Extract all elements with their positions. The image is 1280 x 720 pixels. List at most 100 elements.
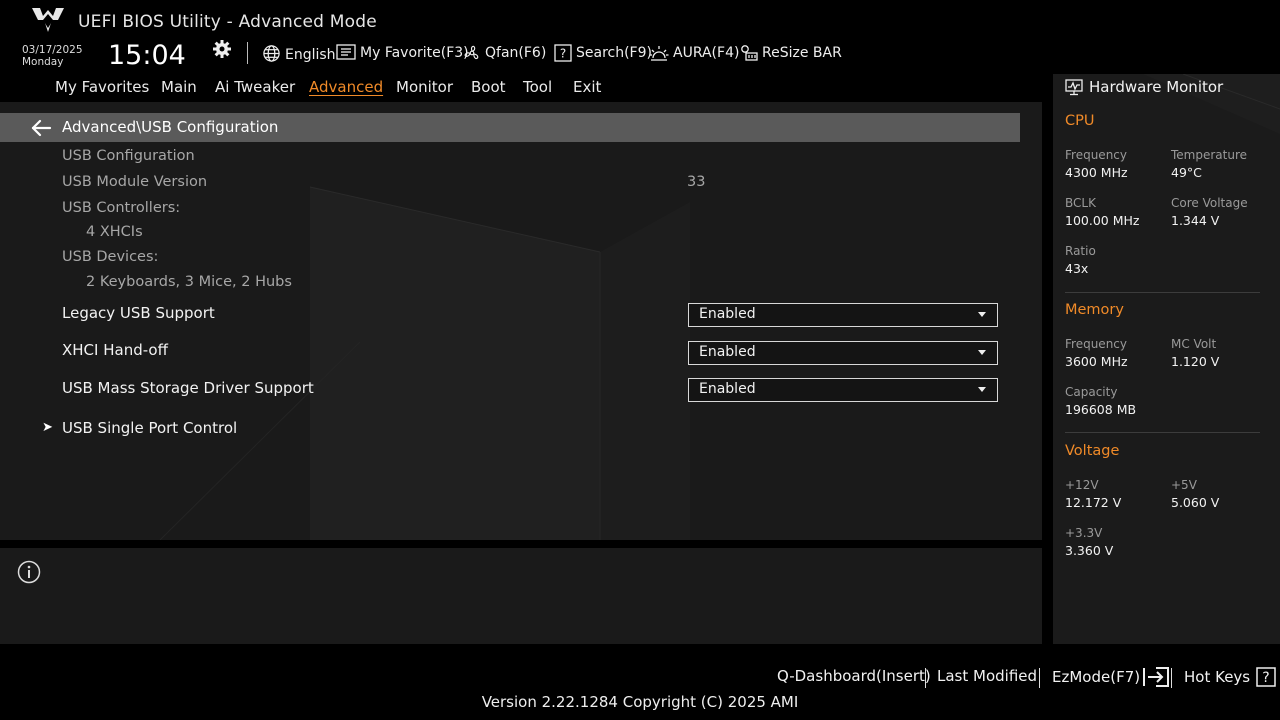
cpu-temperature-label: Temperature [1171, 148, 1248, 162]
legacy-usb-support-label[interactable]: Legacy USB Support [62, 304, 215, 322]
globe-icon [263, 44, 280, 62]
tab-main[interactable]: Main [161, 78, 197, 96]
hardware-monitor-header: Hardware Monitor [1065, 78, 1223, 96]
usb-mass-storage-dropdown[interactable]: Enabled [688, 378, 998, 402]
app-title: UEFI BIOS Utility - Advanced Mode [78, 12, 377, 32]
search-help-icon: ? [554, 44, 572, 62]
qfan-button[interactable]: Qfan(F6) [463, 42, 546, 64]
section-divider [1065, 292, 1260, 293]
resize-bar-button[interactable]: ReSize BAR [740, 42, 842, 64]
back-arrow-icon[interactable] [30, 119, 52, 137]
search-button[interactable]: ? Search(F9) [554, 42, 652, 64]
cpu-bclk-value: 100.00 MHz [1065, 213, 1140, 228]
hot-keys-button[interactable]: Hot Keys ? [1184, 667, 1276, 687]
usb-devices-label: USB Devices: [62, 249, 159, 265]
breadcrumb-bar: Advanced\USB Configuration [0, 113, 1020, 142]
cpu-ratio-label: Ratio [1065, 244, 1096, 258]
gear-icon[interactable] [211, 38, 233, 60]
weekday-text: Monday [22, 56, 64, 68]
cpu-core-voltage-value: 1.344 V [1171, 213, 1220, 228]
tuf-logo-icon [32, 8, 64, 32]
cpu-core-voltage-label: Core Voltage [1171, 196, 1248, 210]
tab-monitor[interactable]: Monitor [396, 78, 453, 96]
last-modified-button[interactable]: Last Modified [937, 667, 1037, 685]
q-dashboard-button[interactable]: Q-Dashboard(Insert) [777, 667, 931, 685]
tab-advanced[interactable]: Advanced [309, 78, 383, 96]
ezmode-button[interactable]: EzMode(F7) [1052, 667, 1170, 687]
memory-capacity-label: Capacity [1065, 385, 1118, 399]
section-title: USB Configuration [62, 148, 195, 164]
section-divider [1065, 432, 1260, 433]
toolbar-divider [247, 42, 248, 64]
resize-bar-icon [741, 45, 758, 61]
cpu-frequency-label: Frequency [1065, 148, 1127, 162]
date-text: 03/17/2025 [22, 44, 83, 56]
legacy-usb-support-dropdown[interactable]: Enabled [688, 303, 998, 327]
monitor-chart-icon [1065, 78, 1083, 95]
date-display: 03/17/2025 Monday [22, 44, 83, 68]
my-favorite-label: My Favorite(F3) [360, 45, 469, 61]
exit-to-ezmode-icon [1143, 667, 1170, 687]
footer-divider [925, 668, 926, 688]
favorite-list-icon [336, 44, 356, 60]
usb-single-port-control-link[interactable]: USB Single Port Control [62, 419, 237, 437]
version-copyright: Version 2.22.1284 Copyright (C) 2025 AMI [481, 693, 799, 711]
memory-capacity-value: 196608 MB [1065, 402, 1137, 417]
svg-text:?: ? [1262, 670, 1269, 686]
menu-tabs: My Favorites Main Ai Tweaker Advanced Mo… [0, 74, 1048, 102]
qfan-label: Qfan(F6) [485, 45, 547, 61]
memory-frequency-label: Frequency [1065, 337, 1127, 351]
top-bar: UEFI BIOS Utility - Advanced Mode 03/17/… [0, 0, 1280, 74]
hardware-monitor-panel: Hardware Monitor CPU Frequency 4300 MHz … [1053, 74, 1280, 644]
usb-mass-storage-label[interactable]: USB Mass Storage Driver Support [62, 379, 314, 397]
svg-text:?: ? [560, 47, 566, 61]
hot-keys-label: Hot Keys [1184, 668, 1251, 686]
legacy-usb-support-value: Enabled [699, 306, 756, 322]
hardware-monitor-title: Hardware Monitor [1089, 78, 1224, 96]
mc-volt-label: MC Volt [1171, 337, 1217, 351]
usb-mass-storage-value: Enabled [699, 381, 756, 397]
fan-icon [464, 45, 479, 60]
footer-divider [1039, 668, 1040, 688]
time-display[interactable]: 15:04 [108, 40, 186, 71]
xhci-hand-off-value: Enabled [699, 344, 756, 360]
help-question-icon: ? [1256, 667, 1276, 687]
usb-controllers-label: USB Controllers: [62, 200, 181, 216]
usb-module-version-value: 33 [687, 174, 706, 190]
memory-section-title: Memory [1065, 302, 1124, 318]
dropdown-caret-icon [978, 387, 986, 392]
usb-devices-value: 2 Keyboards, 3 Mice, 2 Hubs [86, 274, 292, 290]
voltage-12v-value: 12.172 V [1065, 495, 1122, 510]
language-label: English [285, 47, 336, 63]
cpu-temperature-value: 49°C [1171, 165, 1202, 180]
tab-ai-tweaker[interactable]: Ai Tweaker [215, 78, 295, 96]
info-icon [17, 560, 41, 584]
ezmode-label: EzMode(F7) [1052, 668, 1141, 686]
main-panel: Advanced\USB Configuration USB Configura… [0, 102, 1042, 540]
help-panel [0, 548, 1042, 644]
submenu-arrow-icon: ➤ [42, 420, 53, 435]
cpu-ratio-value: 43x [1065, 261, 1089, 276]
voltage-3v3-label: +3.3V [1065, 526, 1103, 540]
my-favorite-button[interactable]: My Favorite(F3) [336, 42, 469, 64]
mc-volt-value: 1.120 V [1171, 354, 1220, 369]
tab-exit[interactable]: Exit [573, 78, 601, 96]
tab-tool[interactable]: Tool [523, 78, 552, 96]
language-button[interactable]: English [262, 42, 336, 64]
xhci-hand-off-label[interactable]: XHCI Hand-off [62, 341, 168, 359]
aura-label: AURA(F4) [673, 45, 740, 61]
xhci-hand-off-dropdown[interactable]: Enabled [688, 341, 998, 365]
breadcrumb: Advanced\USB Configuration [62, 118, 279, 136]
voltage-5v-label: +5V [1171, 478, 1197, 492]
tab-boot[interactable]: Boot [471, 78, 506, 96]
memory-frequency-value: 3600 MHz [1065, 354, 1128, 369]
resize-bar-label: ReSize BAR [762, 45, 842, 61]
voltage-3v3-value: 3.360 V [1065, 543, 1114, 558]
voltage-12v-label: +12V [1065, 478, 1099, 492]
tab-my-favorites[interactable]: My Favorites [55, 78, 149, 96]
aura-light-icon [649, 46, 669, 61]
aura-button[interactable]: AURA(F4) [649, 42, 739, 64]
footer-divider [1171, 668, 1172, 688]
voltage-section-title: Voltage [1065, 443, 1120, 459]
search-label: Search(F9) [576, 45, 652, 61]
